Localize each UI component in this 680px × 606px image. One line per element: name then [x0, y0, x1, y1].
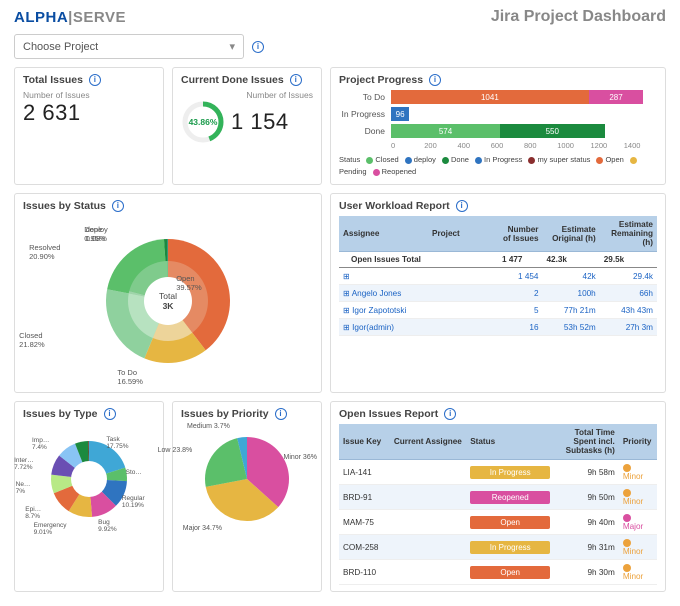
info-icon[interactable]: i: [429, 74, 441, 86]
done-value: 1 154: [231, 109, 289, 135]
card-title: User Workload Report: [339, 200, 450, 212]
card-title: Issues by Priority: [181, 408, 269, 420]
project-select[interactable]: Choose Project ▾: [14, 34, 244, 59]
info-icon[interactable]: i: [104, 408, 116, 420]
progress-row: To Do1041287: [339, 90, 657, 104]
table-row[interactable]: BRD-110Open9h 30mMinor: [339, 560, 657, 585]
table-row[interactable]: BRD-91Reopened9h 50mMinor: [339, 485, 657, 510]
total-issues-value: 2 631: [23, 100, 155, 126]
progress-row: In Progress96: [339, 107, 657, 121]
table-row[interactable]: ⊞ Angelo Jones2100h66h: [339, 285, 657, 302]
done-pct: 43.86%: [181, 100, 225, 144]
card-title: Current Done Issues: [181, 74, 284, 86]
card-title: Total Issues: [23, 74, 83, 86]
subtitle: Number of Issues: [181, 90, 313, 100]
logo: ALPHA|SERVE: [14, 9, 126, 26]
table-row[interactable]: ⊞ Igor Zapototski577h 21m43h 43m: [339, 302, 657, 319]
card-title: Issues by Status: [23, 200, 106, 212]
workload-table: AssigneeProjectNumber of IssuesEstimate …: [339, 216, 657, 336]
card-user-workload: User Workload Report i AssigneeProjectNum…: [330, 193, 666, 393]
card-title: Open Issues Report: [339, 408, 438, 420]
logo-serve: SERVE: [73, 9, 126, 26]
info-icon[interactable]: i: [456, 200, 468, 212]
table-row[interactable]: ⊞ Igor(admin)1653h 52m27h 3m: [339, 319, 657, 336]
chevron-down-icon: ▾: [229, 40, 235, 53]
table-row[interactable]: LIA-141In Progress9h 58mMinor: [339, 460, 657, 485]
info-icon[interactable]: i: [252, 41, 264, 53]
card-project-progress: Project Progress i To Do1041287 In Progres…: [330, 67, 666, 185]
card-issues-by-type: Issues by Typei Task17.75%Sto…Regular10.…: [14, 401, 164, 592]
info-icon[interactable]: i: [275, 408, 287, 420]
info-icon[interactable]: i: [444, 408, 456, 420]
card-title: Project Progress: [339, 74, 423, 86]
table-row[interactable]: COM-258In Progress9h 31mMinor: [339, 535, 657, 560]
info-icon[interactable]: i: [89, 74, 101, 86]
table-row[interactable]: ⊞ 1 45442k29.4k: [339, 268, 657, 285]
logo-alpha: ALPHA: [14, 9, 68, 26]
card-title: Issues by Type: [23, 408, 98, 420]
info-icon[interactable]: i: [290, 74, 302, 86]
subtitle: Number of Issues: [23, 90, 155, 100]
table-row[interactable]: MAM-75Open9h 40mMajor: [339, 510, 657, 535]
card-issues-by-priority: Issues by Priorityi Minor 36%Major 34.7%…: [172, 401, 322, 592]
info-icon[interactable]: i: [112, 200, 124, 212]
card-issues-by-status: Issues by Statusi Total 3K Open39.57%To …: [14, 193, 322, 393]
project-select-label: Choose Project: [23, 41, 98, 53]
progress-row: Done574550: [339, 124, 657, 138]
card-total-issues: Total Issues i Number of Issues 2 631: [14, 67, 164, 185]
done-gauge: 43.86%: [181, 100, 225, 144]
page-title: Jira Project Dashboard: [491, 8, 666, 26]
card-open-issues: Open Issues Report i Issue KeyCurrent Ass…: [330, 401, 666, 592]
card-done-issues: Current Done Issues i Number of Issues 43…: [172, 67, 322, 185]
open-issues-table: Issue KeyCurrent AssigneeStatusTotal Tim…: [339, 424, 657, 585]
